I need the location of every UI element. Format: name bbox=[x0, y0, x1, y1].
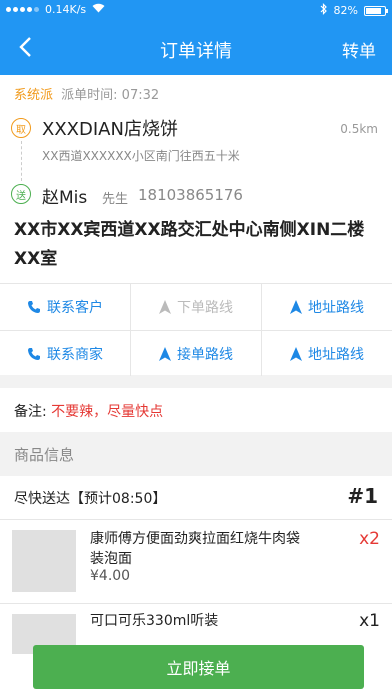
navigate-icon bbox=[290, 346, 302, 361]
deliver-icon: 送 bbox=[11, 184, 31, 204]
wifi-icon bbox=[92, 3, 105, 16]
product-quantity: x1 bbox=[359, 611, 380, 631]
remark-value: 不要辣，尽量快点 bbox=[51, 404, 164, 420]
accept-order-button[interactable]: 立即接单 bbox=[33, 645, 364, 689]
delivery-estimate: 尽快送达【预计08:50】 bbox=[14, 491, 167, 507]
delivery-row: 尽快送达【预计08:50】 #1 bbox=[0, 476, 392, 520]
transfer-order-button[interactable]: 转单 bbox=[342, 37, 376, 62]
order-card: 系统派 派单时间: 07:32 取 XXXDIAN店烧饼 0.5km XX西道X… bbox=[0, 75, 392, 283]
goods-section-header: 商品信息 bbox=[0, 432, 392, 476]
navigate-icon bbox=[159, 346, 171, 361]
dispatch-time: 派单时间: 07:32 bbox=[61, 88, 160, 103]
battery-icon bbox=[364, 5, 388, 16]
product-quantity: x2 bbox=[359, 529, 380, 549]
network-speed: 0.14K/s bbox=[45, 3, 87, 16]
order-route-label: 下单路线 bbox=[177, 300, 233, 316]
contact-merchant-label: 联系商家 bbox=[47, 346, 103, 363]
contact-merchant-button[interactable]: 联系商家 bbox=[0, 331, 131, 376]
contact-customer-button[interactable]: 联系客户 bbox=[0, 284, 131, 330]
customer-name: 赵Mis bbox=[42, 188, 88, 208]
pickup-icon: 取 bbox=[11, 118, 31, 138]
route-divider bbox=[21, 141, 22, 181]
address-route-button[interactable]: 地址路线 bbox=[262, 284, 392, 330]
order-number: #1 bbox=[347, 484, 378, 508]
pickup-route-label: 接单路线 bbox=[177, 346, 233, 363]
dispatch-info: 系统派 派单时间: 07:32 bbox=[14, 84, 159, 103]
shop-name: XXXDIAN店烧饼 bbox=[42, 119, 178, 140]
customer-address: XX市XX宾西道XX路交汇处中心南侧XIN二楼XX室 bbox=[14, 220, 365, 269]
nav-bar: 订单详情 转单 bbox=[0, 20, 392, 75]
product-image bbox=[12, 530, 76, 592]
product-name: 康师傅方便面劲爽拉面红烧牛肉袋装泡面 bbox=[90, 531, 300, 567]
address-route-button-2[interactable]: 地址路线 bbox=[262, 331, 392, 376]
page-title: 订单详情 bbox=[160, 41, 232, 62]
signal-icon bbox=[6, 7, 39, 12]
action-grid: 联系客户 下单路线 地址路线 联系商家 接单路线 地址路线 bbox=[0, 283, 392, 376]
shop-distance: 0.5km bbox=[340, 122, 378, 136]
remark-row: 备注: 不要辣，尽量快点 bbox=[0, 388, 392, 432]
contact-customer-label: 联系客户 bbox=[47, 300, 103, 316]
customer-phone[interactable]: 18103865176 bbox=[138, 186, 243, 204]
bluetooth-icon bbox=[320, 3, 328, 18]
remark-label: 备注: bbox=[14, 404, 47, 420]
product-name: 可口可乐330ml听装 bbox=[90, 613, 219, 629]
product-price: ¥4.00 bbox=[90, 568, 131, 584]
battery-percent: 82% bbox=[333, 4, 358, 17]
shop-address: XX西道XXXXXX小区南门往西五十米 bbox=[42, 149, 240, 163]
pickup-route-button[interactable]: 接单路线 bbox=[131, 331, 262, 376]
customer-title: 先生 bbox=[102, 192, 129, 207]
address-route-label: 地址路线 bbox=[308, 346, 364, 363]
list-item: 康师傅方便面劲爽拉面红烧牛肉袋装泡面 ¥4.00 x2 bbox=[0, 520, 392, 604]
status-bar: 0.14K/s 82% bbox=[0, 0, 392, 20]
address-route-label: 地址路线 bbox=[308, 300, 364, 316]
order-route-button[interactable]: 下单路线 bbox=[131, 284, 262, 330]
phone-icon bbox=[28, 347, 40, 360]
navigate-icon bbox=[290, 300, 302, 314]
dispatch-type: 系统派 bbox=[14, 88, 54, 103]
phone-icon bbox=[28, 301, 40, 313]
navigate-icon bbox=[159, 300, 171, 314]
